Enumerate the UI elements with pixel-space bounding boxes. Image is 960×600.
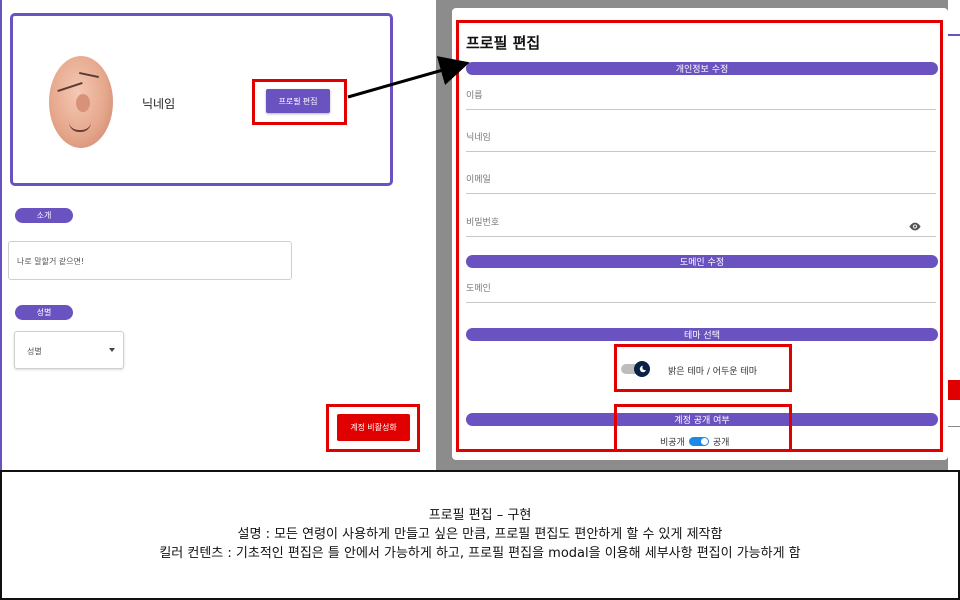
domain-field[interactable]: 도메인 (466, 281, 936, 303)
gender-select[interactable]: 성별 (14, 331, 124, 369)
eye-icon[interactable] (908, 222, 922, 231)
gender-selected-value: 성별 (27, 347, 42, 356)
page-edge (0, 0, 2, 470)
domain-placeholder: 도메인 (466, 284, 491, 294)
chevron-down-icon (109, 348, 115, 352)
caption-box: 프로필 편집 – 구현 설명 : 모든 연령이 사용하게 만들고 싶은 만큼, … (0, 470, 960, 600)
email-placeholder: 이메일 (466, 175, 491, 185)
gender-label: 성별 (15, 305, 73, 320)
profile-page: 닉네임 프로필 편집 소개 나로 말할거 같으면! 성별 성별 계정 비활성화 (0, 0, 436, 470)
name-field[interactable]: 이름 (466, 88, 936, 110)
name-placeholder: 이름 (466, 91, 483, 101)
section-theme: 테마 선택 (466, 328, 938, 341)
section-personal: 개인정보 수정 (466, 62, 938, 75)
theme-highlight (614, 344, 792, 392)
avatar (49, 56, 113, 148)
section-domain: 도메인 수정 (466, 255, 938, 268)
edit-button-highlight (252, 79, 347, 125)
caption-title: 프로필 편집 – 구현 (428, 508, 532, 523)
nickname-field[interactable]: 닉네임 (466, 130, 936, 152)
email-field[interactable]: 이메일 (466, 172, 936, 194)
caption-killer-content: 킬러 컨텐츠 : 기초적인 편집은 틀 안에서 가능하게 하고, 프로필 편집을… (159, 546, 801, 561)
nickname-text: 닉네임 (142, 97, 176, 111)
intro-input[interactable]: 나로 말할거 같으면! (8, 241, 292, 280)
modal-title: 프로필 편집 (466, 34, 541, 52)
deactivate-button-highlight (326, 404, 420, 452)
password-field[interactable]: 비밀번호 (466, 215, 936, 237)
caption-description: 설명 : 모든 연령이 사용하게 만들고 싶은 만큼, 프로필 편집도 편안하게… (237, 527, 723, 542)
password-placeholder: 비밀번호 (466, 218, 500, 228)
intro-label: 소개 (15, 208, 73, 223)
visibility-highlight (614, 404, 792, 452)
nickname-placeholder: 닉네임 (466, 133, 491, 143)
